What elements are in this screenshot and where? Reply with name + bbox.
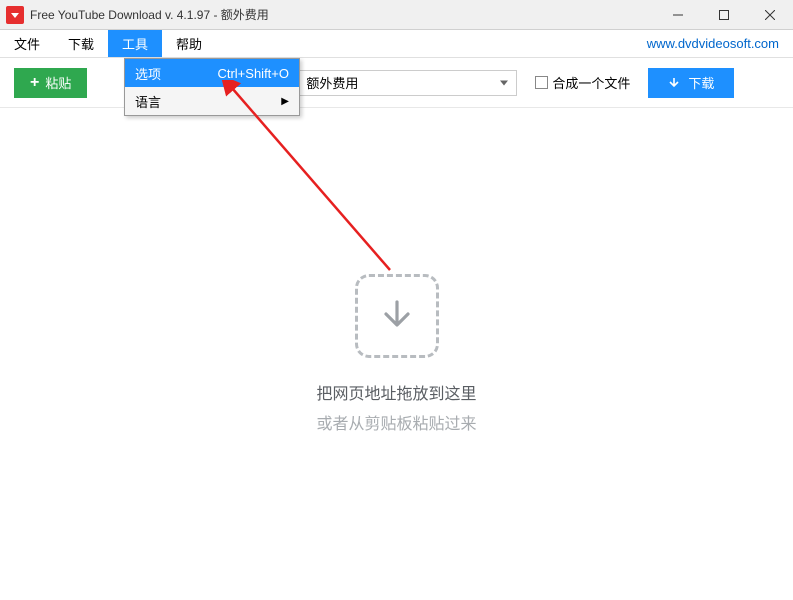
close-button[interactable] <box>747 0 793 30</box>
menu-tools[interactable]: 工具 <box>108 30 162 57</box>
dropzone[interactable]: 把网页地址拖放到这里 或者从剪贴板粘贴过来 <box>0 108 793 600</box>
merge-checkbox-group[interactable]: 合成一个文件 <box>535 73 630 92</box>
download-button-label: 下载 <box>688 73 714 92</box>
menubar: 文件 下载 工具 帮助 www.dvdvideosoft.com 选项 Ctrl… <box>0 30 793 58</box>
dropdown-options[interactable]: 选项 Ctrl+Shift+O <box>125 59 299 87</box>
paste-button-label: 粘贴 <box>45 73 71 92</box>
download-button[interactable]: 下载 <box>648 68 734 98</box>
website-link[interactable]: www.dvdvideosoft.com <box>633 30 793 57</box>
dropdown-item-label: 语言 <box>135 92 161 111</box>
titlebar: Free YouTube Download v. 4.1.97 - 额外费用 <box>0 0 793 30</box>
maximize-button[interactable] <box>701 0 747 30</box>
app-icon <box>6 6 24 24</box>
format-select[interactable]: 额外费用 <box>297 70 517 96</box>
submenu-arrow-icon: ▶ <box>281 96 289 107</box>
dropdown-language[interactable]: 语言 ▶ <box>125 87 299 115</box>
toolbar: + 粘贴 额外费用 合成一个文件 下载 <box>0 58 793 108</box>
window-title: Free YouTube Download v. 4.1.97 - 额外费用 <box>30 6 269 23</box>
download-arrow-icon <box>668 77 680 89</box>
dropzone-icon <box>355 274 439 358</box>
paste-button[interactable]: + 粘贴 <box>14 68 87 98</box>
dropdown-item-shortcut: Ctrl+Shift+O <box>205 66 289 81</box>
merge-checkbox[interactable] <box>535 76 548 89</box>
merge-checkbox-label: 合成一个文件 <box>552 73 630 92</box>
tools-dropdown: 选项 Ctrl+Shift+O 语言 ▶ <box>124 58 300 116</box>
minimize-button[interactable] <box>655 0 701 30</box>
dropzone-text-2: 或者从剪贴板粘贴过来 <box>316 410 476 434</box>
format-select-value: 额外费用 <box>306 73 358 92</box>
menu-help[interactable]: 帮助 <box>162 30 216 57</box>
dropdown-item-label: 选项 <box>135 64 161 83</box>
plus-icon: + <box>30 74 39 92</box>
dropzone-text-1: 把网页地址拖放到这里 <box>316 380 476 404</box>
menu-file[interactable]: 文件 <box>0 30 54 57</box>
menu-download[interactable]: 下载 <box>54 30 108 57</box>
